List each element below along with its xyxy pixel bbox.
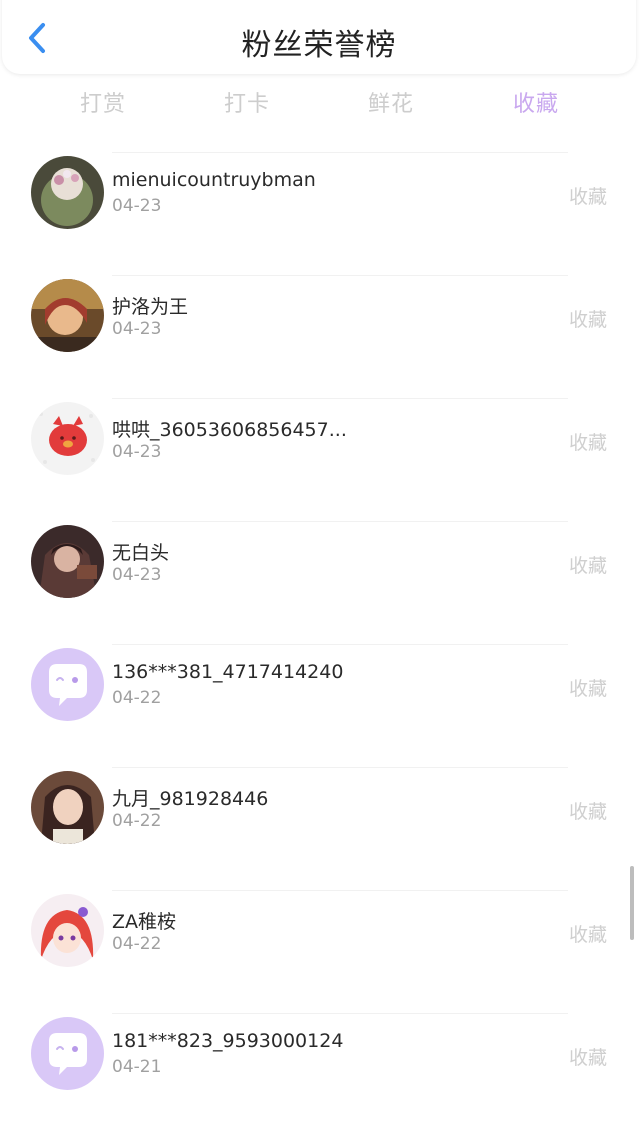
date: 04-23 — [112, 442, 162, 462]
divider — [112, 1013, 568, 1014]
date: 04-22 — [112, 688, 162, 708]
tab-bar: 打赏 打卡 鲜花 收藏 — [0, 86, 640, 126]
avatar[interactable] — [31, 402, 104, 475]
favorite-label: 收藏 — [568, 555, 607, 577]
date: 04-23 — [112, 196, 162, 216]
tab-favorites[interactable]: 收藏 — [476, 86, 596, 118]
user-name: 181***823_9593000124 — [112, 1030, 344, 1052]
date: 04-22 — [112, 934, 162, 954]
list-item[interactable]: ZA稚桉 04-22 收藏 — [0, 890, 640, 1013]
page-title: 粉丝荣誉榜 — [241, 28, 397, 63]
favorite-label: 收藏 — [568, 801, 607, 823]
user-name: 护洛为王 — [112, 296, 189, 318]
scrollbar[interactable] — [630, 866, 634, 940]
date: 04-22 — [112, 811, 162, 831]
divider — [112, 521, 568, 522]
divider — [112, 644, 568, 645]
avatar[interactable] — [31, 894, 104, 967]
user-name: 九月_981928446 — [112, 788, 269, 810]
fan-list: mienuicountruybman 04-23 收藏 护洛为王 04-23 收… — [0, 152, 640, 1136]
divider — [112, 152, 568, 153]
divider — [112, 767, 568, 768]
tab-reward[interactable]: 打赏 — [43, 86, 163, 118]
avatar[interactable] — [31, 771, 104, 844]
tab-flowers[interactable]: 鲜花 — [331, 86, 451, 118]
list-item[interactable]: 181***823_9593000124 04-21 收藏 — [0, 1013, 640, 1136]
list-item[interactable]: 136***381_4717414240 04-22 收藏 — [0, 644, 640, 767]
list-item[interactable]: mienuicountruybman 04-23 收藏 — [0, 152, 640, 275]
favorite-label: 收藏 — [568, 678, 607, 700]
divider — [112, 275, 568, 276]
favorite-label: 收藏 — [568, 309, 607, 331]
divider — [112, 398, 568, 399]
list-item[interactable]: 九月_981928446 04-22 收藏 — [0, 767, 640, 890]
date: 04-23 — [112, 319, 162, 339]
anime-girl-icon — [31, 279, 104, 352]
avatar[interactable] — [31, 525, 104, 598]
favorite-label: 收藏 — [568, 186, 607, 208]
red-hair-anime-icon — [31, 894, 104, 967]
avatar[interactable] — [31, 1017, 104, 1090]
user-name: ZA稚桉 — [112, 911, 177, 933]
tab-checkin[interactable]: 打卡 — [187, 86, 307, 118]
user-name: mienuicountruybman — [112, 169, 316, 191]
chat-bubble-icon — [31, 648, 104, 721]
favorite-label: 收藏 — [568, 924, 607, 946]
divider — [112, 890, 568, 891]
date: 04-23 — [112, 565, 162, 585]
list-item[interactable]: 无白头 04-23 收藏 — [0, 521, 640, 644]
user-name: 哄哄_36053606856457... — [112, 419, 347, 441]
cactus-photo-icon — [31, 156, 104, 229]
top-bar: 粉丝荣誉榜 — [2, 0, 636, 74]
favorite-label: 收藏 — [568, 1047, 607, 1069]
list-item[interactable]: 哄哄_36053606856457... 04-23 收藏 — [0, 398, 640, 521]
avatar[interactable] — [31, 648, 104, 721]
avatar[interactable] — [31, 279, 104, 352]
favorite-label: 收藏 — [568, 432, 607, 454]
red-pig-icon — [31, 402, 104, 475]
date: 04-21 — [112, 1057, 162, 1077]
list-item[interactable]: 护洛为王 04-23 收藏 — [0, 275, 640, 398]
user-name: 136***381_4717414240 — [112, 661, 344, 683]
avatar[interactable] — [31, 156, 104, 229]
chat-bubble-icon — [31, 1017, 104, 1090]
girl-photo-icon — [31, 771, 104, 844]
user-name: 无白头 — [112, 542, 170, 564]
dark-character-icon — [31, 525, 104, 598]
